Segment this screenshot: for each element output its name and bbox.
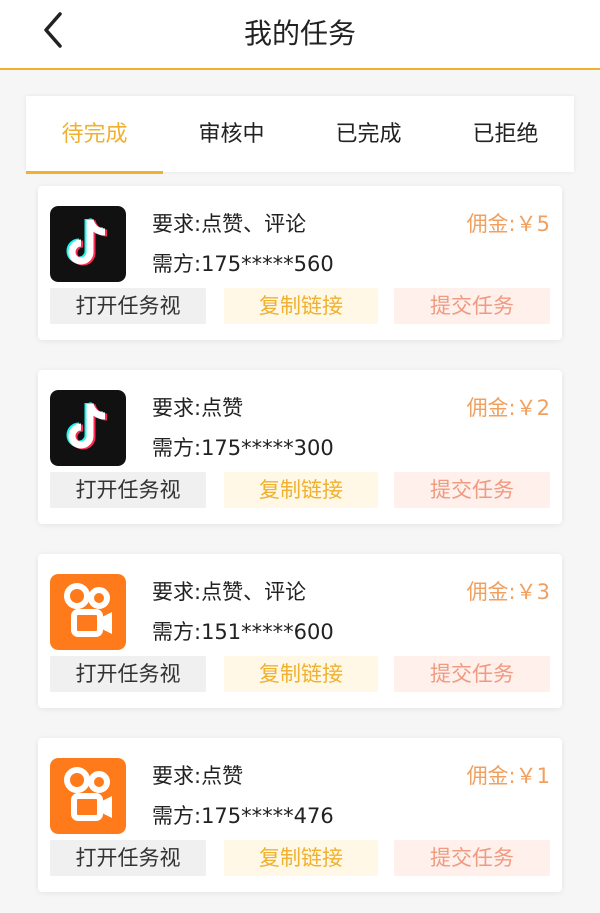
- task-requirement: 要求:点赞、评论: [152, 212, 307, 236]
- task-buyer: 需方:175*****560: [152, 252, 334, 276]
- open-task-video-button[interactable]: 打开任务视: [50, 288, 206, 324]
- task-commission: 佣金:￥3: [466, 580, 550, 604]
- submit-task-button[interactable]: 提交任务: [394, 656, 550, 692]
- task-commission: 佣金:￥5: [466, 212, 550, 236]
- copy-link-button[interactable]: 复制链接: [224, 840, 378, 876]
- top-bar: 我的任务: [0, 0, 600, 70]
- submit-task-button[interactable]: 提交任务: [394, 472, 550, 508]
- task-card: 要求:点赞、评论 需方:175*****560 佣金:￥5 打开任务视 复制链接…: [38, 186, 562, 340]
- copy-link-button[interactable]: 复制链接: [224, 472, 378, 508]
- task-card: 要求:点赞、评论 需方:151*****600 佣金:￥3 打开任务视 复制链接…: [38, 554, 562, 708]
- kuaishou-icon: [50, 758, 126, 834]
- douyin-icon: [50, 390, 126, 466]
- active-tab-indicator: [26, 171, 163, 174]
- copy-link-button[interactable]: 复制链接: [224, 288, 378, 324]
- task-tabs: 待完成 审核中 已完成 已拒绝: [26, 96, 574, 174]
- tab-completed[interactable]: 已完成: [300, 96, 437, 172]
- kuaishou-icon: [50, 574, 126, 650]
- task-buyer: 需方:151*****600: [152, 620, 334, 644]
- page-title: 我的任务: [243, 17, 356, 50]
- submit-task-button[interactable]: 提交任务: [394, 288, 550, 324]
- task-commission: 佣金:￥2: [466, 396, 550, 420]
- task-buyer: 需方:175*****300: [152, 436, 334, 460]
- tab-rejected[interactable]: 已拒绝: [437, 96, 574, 172]
- copy-link-button[interactable]: 复制链接: [224, 656, 378, 692]
- task-requirement: 要求:点赞: [152, 764, 244, 788]
- task-card: 要求:点赞 需方:175*****300 佣金:￥2 打开任务视 复制链接 提交…: [38, 370, 562, 524]
- task-commission: 佣金:￥1: [466, 764, 550, 788]
- tab-pending[interactable]: 待完成: [26, 96, 163, 172]
- open-task-video-button[interactable]: 打开任务视: [50, 656, 206, 692]
- task-buyer: 需方:175*****476: [152, 804, 334, 828]
- task-requirement: 要求:点赞、评论: [152, 580, 307, 604]
- task-card: 要求:点赞 需方:175*****476 佣金:￥1 打开任务视 复制链接 提交…: [38, 738, 562, 892]
- task-requirement: 要求:点赞: [152, 396, 244, 420]
- open-task-video-button[interactable]: 打开任务视: [50, 840, 206, 876]
- open-task-video-button[interactable]: 打开任务视: [50, 472, 206, 508]
- submit-task-button[interactable]: 提交任务: [394, 840, 550, 876]
- tab-reviewing[interactable]: 审核中: [163, 96, 300, 172]
- douyin-icon: [50, 206, 126, 282]
